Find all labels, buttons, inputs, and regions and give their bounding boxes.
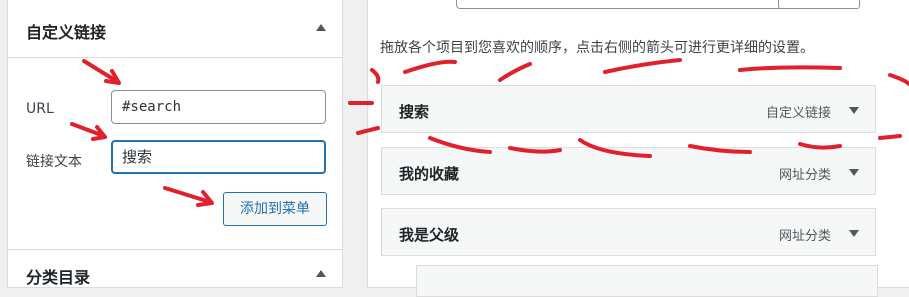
save-menu-button-edge[interactable] [778, 0, 860, 9]
menu-item-title: 我的收藏 [399, 165, 460, 183]
custom-links-header[interactable]: 自定义链接 [8, 0, 342, 58]
link-text-input[interactable]: 搜索 [111, 140, 326, 174]
menu-name-field[interactable] [456, 0, 783, 9]
url-label: URL [26, 101, 54, 117]
menu-item-type: 自定义链接 [765, 106, 831, 121]
link-text-label: 链接文本 [26, 154, 82, 170]
caret-down-icon[interactable] [849, 169, 859, 176]
menu-instructions: 拖放各个项目到您喜欢的顺序，点击右侧的箭头可进行更详细的设置。 [380, 40, 814, 56]
menu-item-search[interactable]: 搜索 自定义链接 [381, 85, 876, 133]
menu-structure-panel: 拖放各个项目到您喜欢的顺序，点击右侧的箭头可进行更详细的设置。 搜索 自定义链接… [367, 0, 909, 297]
categories-title: 分类目录 [26, 268, 91, 287]
url-input[interactable]: #search [111, 90, 326, 124]
caret-down-icon[interactable] [849, 107, 859, 114]
menu-item-favorites[interactable]: 我的收藏 网址分类 [381, 147, 876, 195]
menu-item-type: 网址分类 [778, 229, 831, 244]
caret-up-icon[interactable] [316, 24, 326, 31]
custom-links-title: 自定义链接 [26, 23, 107, 42]
menu-sub-item[interactable] [416, 265, 878, 297]
categories-header[interactable]: 分类目录 [8, 249, 342, 290]
add-to-menu-button[interactable]: 添加到菜单 [223, 192, 327, 226]
caret-down-icon[interactable] [849, 230, 859, 237]
custom-links-panel: 自定义链接 URL #search 链接文本 搜索 添加到菜单 分类目录 [7, 0, 343, 288]
menu-item-type: 网址分类 [778, 168, 831, 183]
menu-item-title: 搜索 [399, 103, 430, 121]
menu-item-parent[interactable]: 我是父级 网址分类 [381, 208, 876, 256]
menu-item-title: 我是父级 [399, 226, 460, 244]
caret-up-icon[interactable] [316, 270, 326, 277]
